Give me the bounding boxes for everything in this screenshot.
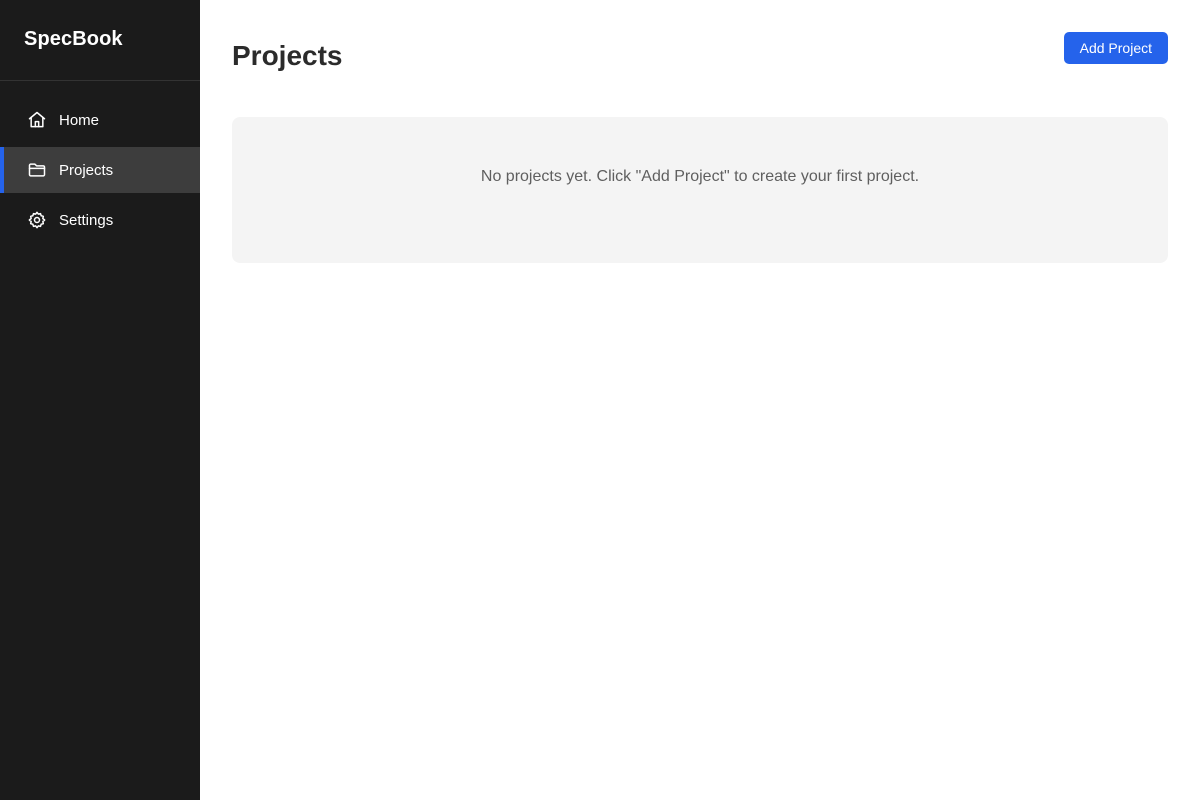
- sidebar-item-projects[interactable]: Projects: [0, 147, 200, 193]
- add-project-button[interactable]: Add Project: [1063, 32, 1168, 64]
- sidebar-item-label: Settings: [59, 211, 114, 229]
- main-content: Projects Add Project No projects yet. Cl…: [200, 0, 1200, 800]
- gear-icon: [27, 210, 47, 230]
- page-title: Projects: [232, 40, 343, 71]
- empty-state-message: No projects yet. Click "Add Project" to …: [480, 168, 920, 185]
- sidebar-item-label: Home: [59, 111, 100, 129]
- sidebar-item-home[interactable]: Home: [0, 97, 200, 143]
- page-header: Projects Add Project: [232, 32, 1168, 117]
- sidebar-nav: Home Projects Settings: [0, 81, 200, 247]
- app-brand: SpecBook: [0, 0, 200, 81]
- sidebar: SpecBook Home Projects Settings: [0, 0, 200, 800]
- sidebar-item-label: Projects: [59, 161, 114, 179]
- sidebar-item-settings[interactable]: Settings: [0, 197, 200, 243]
- home-icon: [27, 110, 47, 130]
- empty-state-panel: No projects yet. Click "Add Project" to …: [232, 117, 1168, 263]
- folder-icon: [27, 160, 47, 180]
- app-root: SpecBook Home Projects Settings Projects…: [0, 0, 1200, 800]
